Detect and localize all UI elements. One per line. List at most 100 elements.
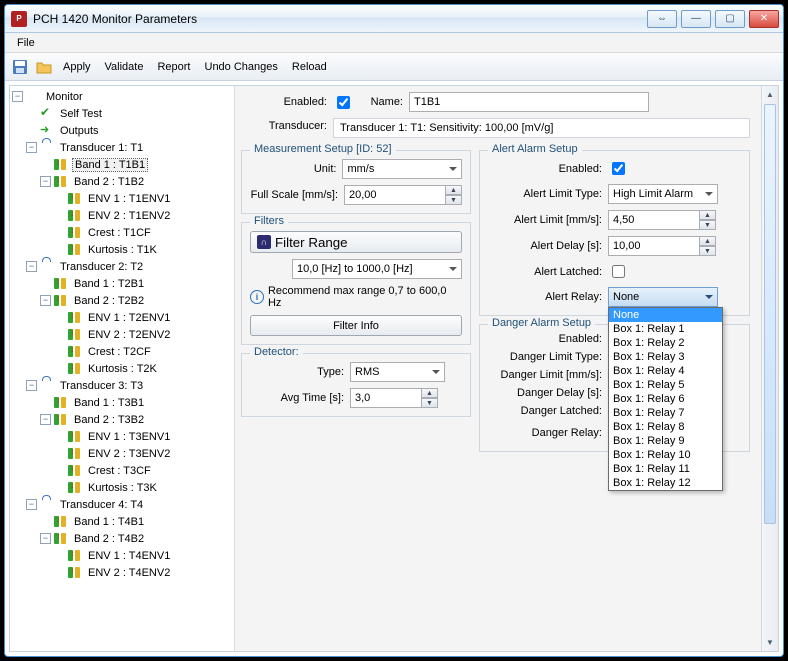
dropdown-option[interactable]: None [609,308,722,322]
tree-node[interactable]: ↕ENV 2 : T1ENV2 [12,207,234,224]
dropdown-option[interactable]: Box 1: Relay 7 [609,406,722,420]
tree-node[interactable]: −↕Band 2 : T2B2 [12,292,234,309]
tree-node[interactable]: −Transducer 2: T2 [12,258,234,275]
filter-recommend: i Recommend max range 0,7 to 600,0 Hz [250,285,462,309]
tree-node[interactable]: ↕ENV 1 : T4ENV1 [12,547,234,564]
spinner-up-icon[interactable]: ▲ [700,236,716,246]
tree-node[interactable]: ↕ENV 2 : T4ENV2 [12,564,234,581]
dropdown-option[interactable]: Box 1: Relay 2 [609,336,722,350]
toolbar-validate[interactable]: Validate [101,59,148,75]
alert-latched-checkbox[interactable] [612,265,625,278]
tree-node[interactable]: ↕ENV 1 : T1ENV1 [12,190,234,207]
toolbar-undo[interactable]: Undo Changes [201,59,282,75]
tree-node[interactable]: ↕Band 1 : T1B1 [12,156,234,173]
tree-node[interactable]: −Transducer 4: T4 [12,496,234,513]
fullscale-spinner[interactable]: ▲▼ [344,185,462,205]
tree-node[interactable]: −Transducer 3: T3 [12,377,234,394]
spinner-up-icon[interactable]: ▲ [700,210,716,220]
tree-node[interactable]: ↕ENV 1 : T2ENV1 [12,309,234,326]
filter-range-icon: ∩ [257,235,271,249]
alert-relay-label: Alert Relay: [488,291,608,303]
scroll-up-icon[interactable]: ▲ [762,86,778,103]
alert-relay-select[interactable]: None NoneBox 1: Relay 1Box 1: Relay 2Box… [608,287,718,307]
tree-node[interactable]: Self Test [12,105,234,122]
detector-type-select[interactable]: RMS [350,362,445,382]
filter-range-button[interactable]: ∩ Filter Range [250,231,462,253]
dropdown-option[interactable]: Box 1: Relay 3 [609,350,722,364]
tree-node[interactable]: ↕Kurtosis : T1K [12,241,234,258]
tree-node[interactable]: ↕Crest : T1CF [12,224,234,241]
scroll-thumb[interactable] [764,104,776,524]
maximize-button[interactable]: ▢ [715,10,745,28]
toolbar-apply[interactable]: Apply [59,59,95,75]
spinner-down-icon[interactable]: ▼ [446,195,462,205]
tree-node[interactable]: ↕Band 1 : T3B1 [12,394,234,411]
filter-range-select[interactable]: 10,0 [Hz] to 1000,0 [Hz] [292,259,462,279]
spinner-up-icon[interactable]: ▲ [422,388,438,398]
danger-delay-label: Danger Delay [s]: [488,387,608,399]
detector-group-label: Detector: [250,346,303,358]
spinner-down-icon[interactable]: ▼ [700,220,716,230]
minimize-button[interactable]: — [681,10,711,28]
tree-node[interactable]: −↕Band 2 : T4B2 [12,530,234,547]
alert-limit-spinner[interactable]: ▲▼ [608,210,716,230]
resize-button[interactable]: ⇔ [647,10,677,28]
tree-node[interactable]: ↕ENV 1 : T3ENV1 [12,428,234,445]
name-label: Name: [359,96,409,108]
dropdown-option[interactable]: Box 1: Relay 6 [609,392,722,406]
scroll-down-icon[interactable]: ▼ [762,634,778,651]
unit-select[interactable]: mm/s [342,159,462,179]
alert-relay-dropdown[interactable]: NoneBox 1: Relay 1Box 1: Relay 2Box 1: R… [608,307,723,491]
tree-node[interactable]: ↕Crest : T3CF [12,462,234,479]
dropdown-option[interactable]: Box 1: Relay 8 [609,420,722,434]
tree-node[interactable]: ↕Band 1 : T2B1 [12,275,234,292]
tree-node[interactable]: −Transducer 1: T1 [12,139,234,156]
alert-enabled-label: Enabled: [488,163,608,175]
filters-group-label: Filters [250,215,288,227]
detector-group: Detector: Type: RMS Avg Time [s]: ▲▼ [241,353,471,417]
alert-delay-spinner[interactable]: ▲▼ [608,236,716,256]
save-icon[interactable] [11,58,29,76]
tree-node[interactable]: −↕Band 2 : T3B2 [12,411,234,428]
tree-pane: −MonitorSelf TestOutputs−Transducer 1: T… [10,86,235,651]
tree-node[interactable]: ↕ENV 2 : T3ENV2 [12,445,234,462]
tree-node[interactable]: ↕ENV 2 : T2ENV2 [12,326,234,343]
tree-node[interactable]: −↕Band 2 : T1B2 [12,173,234,190]
alert-delay-label: Alert Delay [s]: [488,240,608,252]
info-icon: i [250,290,264,304]
detector-avg-label: Avg Time [s]: [250,392,350,404]
toolbar-report[interactable]: Report [153,59,194,75]
tree-node[interactable]: ↕Kurtosis : T2K [12,360,234,377]
dropdown-option[interactable]: Box 1: Relay 12 [609,476,722,490]
menu-file[interactable]: File [11,35,41,51]
dropdown-option[interactable]: Box 1: Relay 1 [609,322,722,336]
enabled-checkbox[interactable] [337,96,350,109]
dropdown-option[interactable]: Box 1: Relay 5 [609,378,722,392]
name-input[interactable] [409,92,649,112]
tree-node[interactable]: ↕Kurtosis : T3K [12,479,234,496]
open-icon[interactable] [35,58,53,76]
dropdown-option[interactable]: Box 1: Relay 4 [609,364,722,378]
toolbar: Apply Validate Report Undo Changes Reloa… [5,53,783,81]
dropdown-option[interactable]: Box 1: Relay 11 [609,462,722,476]
tree-node[interactable]: ↕Crest : T2CF [12,343,234,360]
detector-avg-spinner[interactable]: ▲▼ [350,388,438,408]
tree-node[interactable]: −Monitor [12,88,234,105]
danger-enabled-label: Enabled: [488,333,608,345]
toolbar-reload[interactable]: Reload [288,59,331,75]
alert-group-label: Alert Alarm Setup [488,143,582,155]
vertical-scrollbar[interactable]: ▲ ▼ [761,86,778,651]
tree-node[interactable]: ↕Band 1 : T4B1 [12,513,234,530]
unit-label: Unit: [250,163,342,175]
tree-node[interactable]: Outputs [12,122,234,139]
alert-enabled-checkbox[interactable] [612,162,625,175]
spinner-down-icon[interactable]: ▼ [700,246,716,256]
alert-limit-type-select[interactable]: High Limit Alarm [608,184,718,204]
filter-info-button[interactable]: Filter Info [250,315,462,336]
spinner-up-icon[interactable]: ▲ [446,185,462,195]
content-area: −MonitorSelf TestOutputs−Transducer 1: T… [9,85,779,652]
dropdown-option[interactable]: Box 1: Relay 10 [609,448,722,462]
close-button[interactable]: ✕ [749,10,779,28]
dropdown-option[interactable]: Box 1: Relay 9 [609,434,722,448]
spinner-down-icon[interactable]: ▼ [422,398,438,408]
